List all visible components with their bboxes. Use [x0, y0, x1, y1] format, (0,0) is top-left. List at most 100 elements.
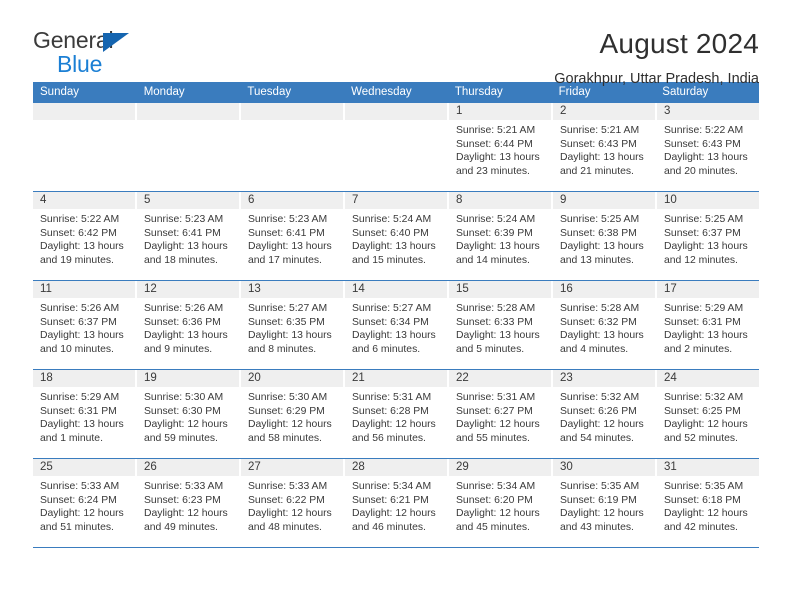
daylight-text: and 8 minutes.	[248, 343, 317, 355]
daylight-text: and 17 minutes.	[248, 254, 322, 266]
day-cell-6[interactable]: 6 Sunrise: 5:23 AM Sunset: 6:41 PM Daylight…	[241, 192, 343, 280]
daylight-text: and 9 minutes.	[144, 343, 213, 355]
day-cell-31[interactable]: 31 Sunrise: 5:35 AM Sunset: 6:18 PM Dayligh…	[657, 459, 759, 547]
day-cell-25[interactable]: 25 Sunrise: 5:33 AM Sunset: 6:24 PM Dayligh…	[33, 459, 135, 547]
day-details: Sunrise: 5:34 AM Sunset: 6:21 PM Daylight:…	[345, 476, 447, 534]
day-cell-22[interactable]: 22 Sunrise: 5:31 AM Sunset: 6:27 PM Dayligh…	[449, 370, 551, 458]
day-cell-13[interactable]: 13 Sunrise: 5:27 AM Sunset: 6:35 PM Dayligh…	[241, 281, 343, 369]
day-cell-29[interactable]: 29 Sunrise: 5:34 AM Sunset: 6:20 PM Dayligh…	[449, 459, 551, 547]
day-details: Sunrise: 5:29 AM Sunset: 6:31 PM Daylight:…	[33, 387, 135, 445]
day-cell-7[interactable]: 7 Sunrise: 5:24 AM Sunset: 6:40 PM Daylight…	[345, 192, 447, 280]
daylight-text: and 5 minutes.	[456, 343, 525, 355]
sunrise-text: Sunrise: 5:31 AM	[456, 392, 536, 403]
day-cell-1[interactable]: 1 Sunrise: 5:21 AM Sunset: 6:44 PM Daylight…	[449, 103, 551, 191]
day-number: 29	[449, 459, 551, 476]
daylight-text: and 12 minutes.	[664, 254, 738, 266]
daylight-text: Daylight: 13 hours	[664, 152, 748, 164]
daylight-text: Daylight: 13 hours	[560, 330, 644, 342]
day-cell-24[interactable]: 24 Sunrise: 5:32 AM Sunset: 6:25 PM Dayligh…	[657, 370, 759, 458]
day-details: Sunrise: 5:27 AM Sunset: 6:35 PM Daylight:…	[241, 298, 343, 356]
day-details: Sunrise: 5:32 AM Sunset: 6:25 PM Daylight:…	[657, 387, 759, 445]
daylight-text: Daylight: 13 hours	[456, 330, 540, 342]
calendar-grid: Sunday Monday Tuesday Wednesday Thursday Frid…	[33, 82, 759, 548]
week-row: 4 Sunrise: 5:22 AM Sunset: 6:42 PM Daylight…	[33, 192, 759, 281]
sunset-text: Sunset: 6:29 PM	[248, 405, 325, 417]
week-row: 1 Sunrise: 5:21 AM Sunset: 6:44 PM Daylight…	[33, 103, 759, 192]
day-number: 30	[553, 459, 655, 476]
brand-logo[interactable]: General Blue	[33, 27, 153, 76]
sunset-text: Sunset: 6:32 PM	[560, 316, 637, 328]
sunrise-text: Sunrise: 5:25 AM	[560, 214, 640, 225]
day-cell-30[interactable]: 30 Sunrise: 5:35 AM Sunset: 6:19 PM Dayligh…	[553, 459, 655, 547]
daylight-text: and 51 minutes.	[40, 521, 114, 533]
day-cell-14[interactable]: 14 Sunrise: 5:27 AM Sunset: 6:34 PM Dayligh…	[345, 281, 447, 369]
sunrise-text: Sunrise: 5:25 AM	[664, 214, 744, 225]
day-details: Sunrise: 5:35 AM Sunset: 6:19 PM Daylight:…	[553, 476, 655, 534]
weekday-header-friday: Friday	[558, 86, 591, 98]
day-cell-9[interactable]: 9 Sunrise: 5:25 AM Sunset: 6:38 PM Daylight…	[553, 192, 655, 280]
day-cell-23[interactable]: 23 Sunrise: 5:32 AM Sunset: 6:26 PM Dayligh…	[553, 370, 655, 458]
sunset-text: Sunset: 6:27 PM	[456, 405, 533, 417]
sunrise-text: Sunrise: 5:24 AM	[352, 214, 432, 225]
day-number: 6	[241, 192, 343, 209]
day-cell-17[interactable]: 17 Sunrise: 5:29 AM Sunset: 6:31 PM Dayligh…	[657, 281, 759, 369]
day-cell-3[interactable]: 3 Sunrise: 5:22 AM Sunset: 6:43 PM Daylight…	[657, 103, 759, 191]
day-cell-12[interactable]: 12 Sunrise: 5:26 AM Sunset: 6:36 PM Dayligh…	[137, 281, 239, 369]
daylight-text: Daylight: 12 hours	[144, 508, 228, 520]
sunset-text: Sunset: 6:22 PM	[248, 494, 325, 506]
day-number: 22	[449, 370, 551, 387]
sunrise-text: Sunrise: 5:28 AM	[560, 303, 640, 314]
sunset-text: Sunset: 6:38 PM	[560, 227, 637, 239]
daylight-text: and 18 minutes.	[144, 254, 218, 266]
sunset-text: Sunset: 6:31 PM	[40, 405, 117, 417]
day-number: 3	[657, 103, 759, 120]
day-cell-27[interactable]: 27 Sunrise: 5:33 AM Sunset: 6:22 PM Dayligh…	[241, 459, 343, 547]
sunset-text: Sunset: 6:34 PM	[352, 316, 429, 328]
day-details: Sunrise: 5:31 AM Sunset: 6:27 PM Daylight:…	[449, 387, 551, 445]
daylight-text: Daylight: 12 hours	[664, 419, 748, 431]
day-number	[345, 103, 447, 120]
daylight-text: Daylight: 12 hours	[352, 508, 436, 520]
daylight-text: Daylight: 13 hours	[456, 241, 540, 253]
day-cell-11[interactable]: 11 Sunrise: 5:26 AM Sunset: 6:37 PM Dayligh…	[33, 281, 135, 369]
day-cell-empty	[137, 103, 239, 191]
daylight-text: and 19 minutes.	[40, 254, 114, 266]
daylight-text: Daylight: 12 hours	[560, 419, 644, 431]
weekday-header-row: Sunday Monday Tuesday Wednesday Thursday Frid…	[33, 82, 759, 103]
day-cell-20[interactable]: 20 Sunrise: 5:30 AM Sunset: 6:29 PM Dayligh…	[241, 370, 343, 458]
day-cell-4[interactable]: 4 Sunrise: 5:22 AM Sunset: 6:42 PM Daylight…	[33, 192, 135, 280]
day-cell-2[interactable]: 2 Sunrise: 5:21 AM Sunset: 6:43 PM Daylight…	[553, 103, 655, 191]
daylight-text: and 15 minutes.	[352, 254, 426, 266]
daylight-text: Daylight: 13 hours	[248, 330, 332, 342]
sunset-text: Sunset: 6:39 PM	[456, 227, 533, 239]
day-number: 2	[553, 103, 655, 120]
sunset-text: Sunset: 6:44 PM	[456, 138, 533, 150]
weekday-header-sunday: Sunday	[40, 86, 80, 98]
day-cell-10[interactable]: 10 Sunrise: 5:25 AM Sunset: 6:37 PM Dayligh…	[657, 192, 759, 280]
day-cell-18[interactable]: 18 Sunrise: 5:29 AM Sunset: 6:31 PM Dayligh…	[33, 370, 135, 458]
day-number	[241, 103, 343, 120]
day-cell-8[interactable]: 8 Sunrise: 5:24 AM Sunset: 6:39 PM Daylight…	[449, 192, 551, 280]
sunrise-text: Sunrise: 5:35 AM	[560, 481, 640, 492]
daylight-text: and 6 minutes.	[352, 343, 421, 355]
day-cell-26[interactable]: 26 Sunrise: 5:33 AM Sunset: 6:23 PM Dayligh…	[137, 459, 239, 547]
day-number	[137, 103, 239, 120]
day-cell-16[interactable]: 16 Sunrise: 5:28 AM Sunset: 6:32 PM Dayligh…	[553, 281, 655, 369]
day-number: 7	[345, 192, 447, 209]
sunrise-text: Sunrise: 5:23 AM	[248, 214, 328, 225]
day-number: 17	[657, 281, 759, 298]
page-header: General Blue August 2024 Gorakhpur, Utta…	[33, 0, 759, 87]
day-cell-15[interactable]: 15 Sunrise: 5:28 AM Sunset: 6:33 PM Dayligh…	[449, 281, 551, 369]
day-details: Sunrise: 5:31 AM Sunset: 6:28 PM Daylight:…	[345, 387, 447, 445]
daylight-text: and 45 minutes.	[456, 521, 530, 533]
sunset-text: Sunset: 6:37 PM	[40, 316, 117, 328]
day-cell-28[interactable]: 28 Sunrise: 5:34 AM Sunset: 6:21 PM Dayligh…	[345, 459, 447, 547]
daylight-text: and 1 minute.	[40, 432, 103, 444]
day-cell-19[interactable]: 19 Sunrise: 5:30 AM Sunset: 6:30 PM Dayligh…	[137, 370, 239, 458]
day-cell-5[interactable]: 5 Sunrise: 5:23 AM Sunset: 6:41 PM Daylight…	[137, 192, 239, 280]
daylight-text: and 13 minutes.	[560, 254, 634, 266]
day-cell-21[interactable]: 21 Sunrise: 5:31 AM Sunset: 6:28 PM Dayligh…	[345, 370, 447, 458]
day-number: 4	[33, 192, 135, 209]
daylight-text: and 56 minutes.	[352, 432, 426, 444]
sunrise-text: Sunrise: 5:22 AM	[40, 214, 120, 225]
